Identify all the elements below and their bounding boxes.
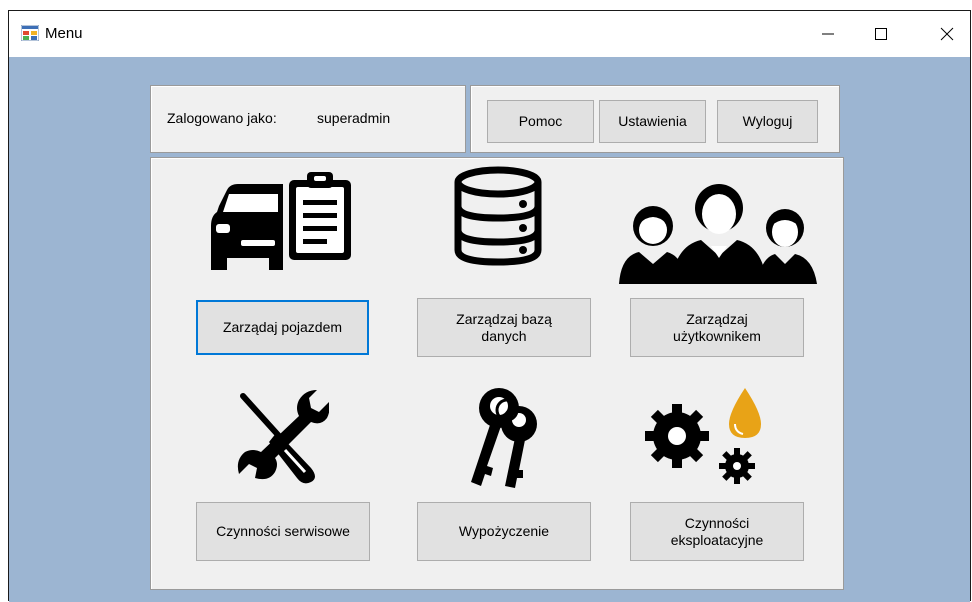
maximize-icon xyxy=(875,28,887,40)
manage-vehicle-button[interactable]: Zarządaj pojazdem xyxy=(196,300,369,355)
username-value: superadmin xyxy=(317,110,391,126)
rental-button[interactable]: Wypożyczenie xyxy=(417,502,591,561)
users-icon xyxy=(619,184,817,284)
client-area: Zalogowano jako: superadmin Pomoc Ustawi… xyxy=(9,57,970,602)
close-button[interactable] xyxy=(923,11,971,57)
minimize-icon xyxy=(822,33,834,35)
gears-oil-icon xyxy=(645,388,761,484)
close-icon xyxy=(940,27,954,41)
logout-button[interactable]: Wyloguj xyxy=(717,100,818,143)
window-title: Menu xyxy=(45,25,83,42)
toolbar-panel: Pomoc Ustawienia Wyloguj xyxy=(470,85,840,153)
operational-tasks-button[interactable]: Czynności eksploatacyjne xyxy=(630,502,804,561)
user-info-panel: Zalogowano jako: superadmin xyxy=(150,85,466,153)
manage-user-button[interactable]: Zarządzaj użytkownikem xyxy=(630,298,804,357)
car-clipboard-icon xyxy=(211,172,351,270)
tools-icon xyxy=(237,390,329,484)
help-button[interactable]: Pomoc xyxy=(487,100,594,143)
logged-in-label: Zalogowano jako: xyxy=(167,110,277,126)
settings-button[interactable]: Ustawienia xyxy=(599,100,706,143)
database-icon xyxy=(454,166,542,266)
minimize-button[interactable] xyxy=(804,11,852,57)
app-window: Menu Zalogowano jako: superadmin Pomoc U… xyxy=(8,10,971,602)
main-menu-panel: Zarządaj pojazdem Zarządzaj bazą danych … xyxy=(150,157,844,590)
app-icon xyxy=(21,25,39,41)
title-bar[interactable]: Menu xyxy=(9,11,970,57)
service-tasks-button[interactable]: Czynności serwisowe xyxy=(196,502,370,561)
keys-icon xyxy=(471,388,537,488)
manage-database-button[interactable]: Zarządzaj bazą danych xyxy=(417,298,591,357)
maximize-button[interactable] xyxy=(857,11,905,57)
